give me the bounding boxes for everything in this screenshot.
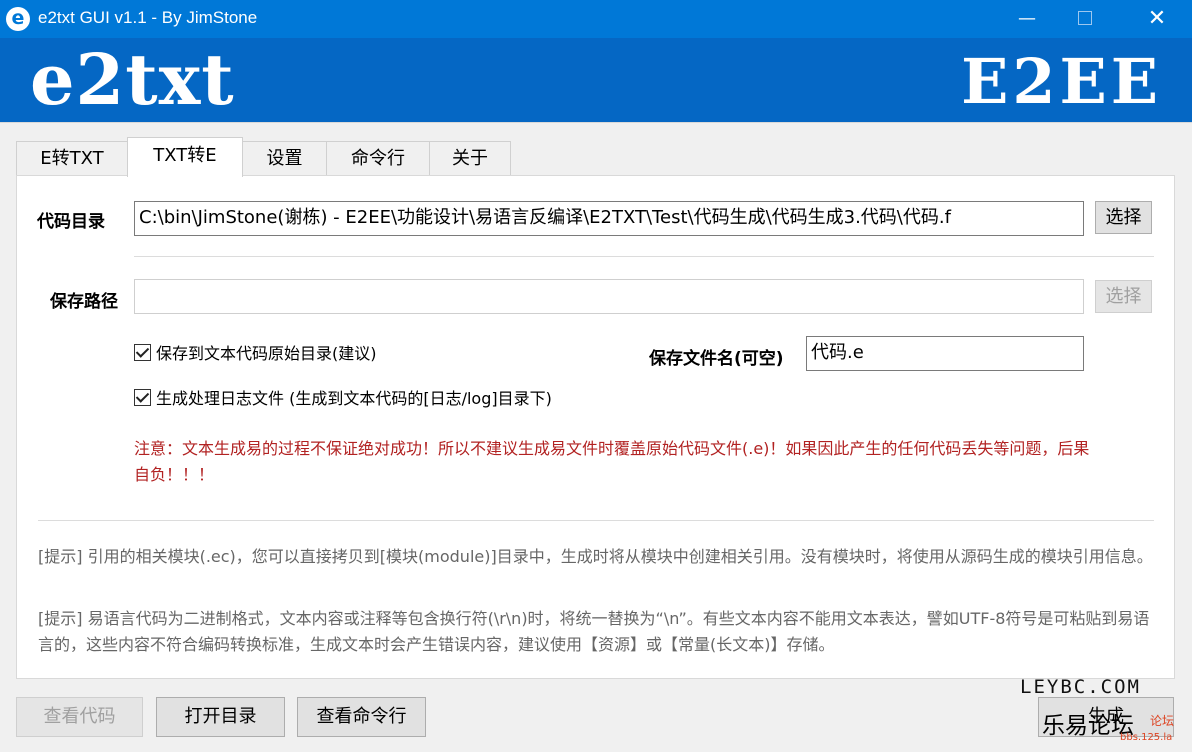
gen-log-label: 生成处理日志文件 (生成到文本代码的[日志/log]目录下) <box>156 389 552 408</box>
watermark-small: 论坛 <box>1150 714 1175 728</box>
hint-modules: [提示] 引用的相关模块(.ec)，您可以直接拷贝到[模块(module)]目录… <box>38 547 1153 566</box>
app-icon: e <box>6 7 30 31</box>
divider <box>38 520 1154 521</box>
watermark-url: bbs.125.la <box>1120 732 1173 743</box>
tab-txt-to-e[interactable]: TXT转E <box>127 137 243 177</box>
e2txt-logo: e2txt <box>30 38 235 121</box>
code-dir-label: 代码目录 <box>37 212 105 232</box>
save-path-select-button[interactable]: 选择 <box>1095 280 1152 313</box>
code-dir-input[interactable]: C:\bin\JimStone(谢栋) - E2EE\功能设计\易语言反编译\E… <box>134 201 1084 236</box>
warning-text: 注意：文本生成易的过程不保证绝对成功！所以不建议生成易文件时覆盖原始代码文件(.… <box>134 439 1090 484</box>
gen-log-checkbox[interactable]: 生成处理日志文件 (生成到文本代码的[日志/log]目录下) <box>134 389 552 409</box>
checkbox-checked-icon <box>134 389 151 406</box>
save-path-label: 保存路径 <box>50 292 118 312</box>
tab-settings[interactable]: 设置 <box>242 141 327 175</box>
tab-command-line[interactable]: 命令行 <box>326 141 430 175</box>
save-filename-input[interactable]: 代码.e <box>806 336 1084 371</box>
divider <box>134 256 1154 257</box>
save-path-input[interactable] <box>134 279 1084 314</box>
watermark-domain: LEYBC.COM <box>1020 676 1141 698</box>
view-code-button[interactable]: 查看代码 <box>16 697 143 737</box>
code-dir-select-button[interactable]: 选择 <box>1095 201 1152 234</box>
tab-about[interactable]: 关于 <box>429 141 511 175</box>
title-bar[interactable]: e e2txt GUI v1.1 - By JimStone — ✕ <box>0 0 1192 38</box>
window-title: e2txt GUI v1.1 - By JimStone <box>38 8 258 27</box>
hint-binary-format: [提示] 易语言代码为二进制格式，文本内容或注释等包含换行符(\r\n)时，将统… <box>38 609 1150 654</box>
save-original-dir-checkbox[interactable]: 保存到文本代码原始目录(建议) <box>134 344 377 364</box>
e2ee-logo: E2EE <box>961 45 1162 118</box>
view-cmdline-button[interactable]: 查看命令行 <box>297 697 426 737</box>
maximize-button[interactable] <box>1062 0 1108 38</box>
open-dir-button[interactable]: 打开目录 <box>156 697 285 737</box>
minimize-button[interactable]: — <box>1004 0 1050 38</box>
save-original-dir-label: 保存到文本代码原始目录(建议) <box>156 344 377 363</box>
maximize-icon <box>1078 10 1092 25</box>
close-button[interactable]: ✕ <box>1134 0 1180 38</box>
checkbox-checked-icon <box>134 344 151 361</box>
banner: e2txt E2EE <box>0 38 1192 123</box>
tab-e-to-txt[interactable]: E转TXT <box>16 141 128 175</box>
save-filename-label: 保存文件名(可空) <box>649 349 784 369</box>
txt-to-e-panel: 代码目录 C:\bin\JimStone(谢栋) - E2EE\功能设计\易语言… <box>16 175 1175 679</box>
